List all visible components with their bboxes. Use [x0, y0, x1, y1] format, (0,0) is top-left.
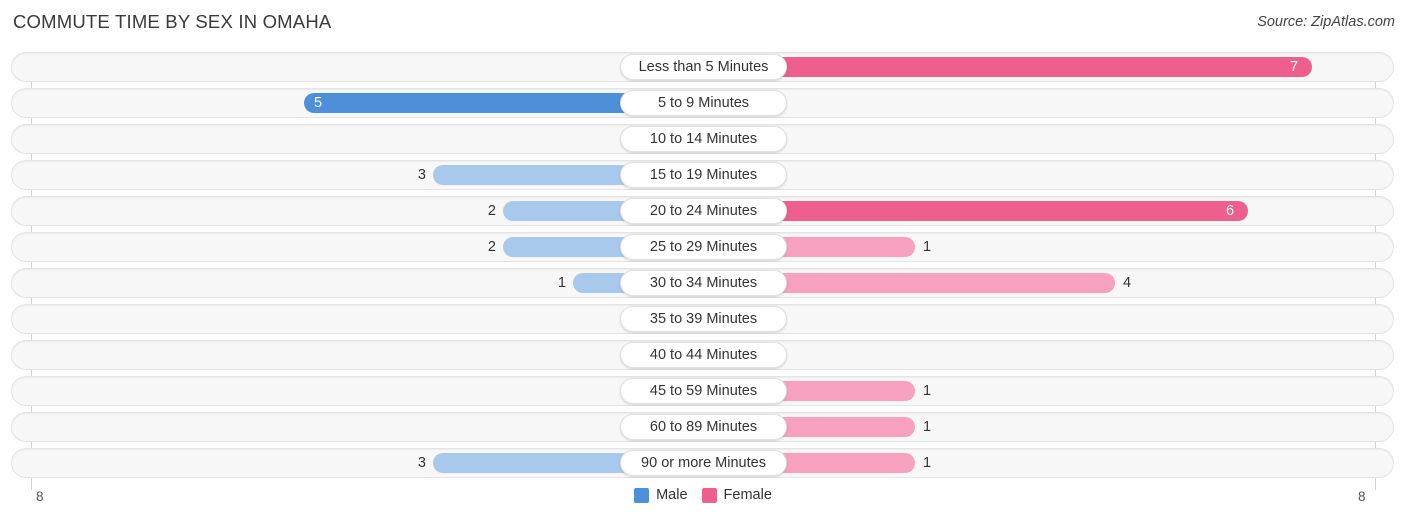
source-attribution: Source: ZipAtlas.com [1257, 14, 1395, 30]
bar-value-male: 3 [417, 455, 426, 471]
bar-value-male: 1 [557, 275, 566, 291]
chart-row: 07Less than 5 Minutes [0, 52, 1406, 82]
bar-value-female: 1 [923, 455, 932, 471]
row-category-label: 20 to 24 Minutes [620, 198, 787, 224]
chart-row: 3015 to 19 Minutes [0, 160, 1406, 190]
chart-row: 0035 to 39 Minutes [0, 304, 1406, 334]
row-category-label: 35 to 39 Minutes [620, 306, 787, 332]
chart-row: 2 1 25 to 29 Minutes [0, 232, 1406, 262]
row-category-label: 25 to 29 Minutes [620, 234, 787, 260]
chart-row: 1 4 30 to 34 Minutes [0, 268, 1406, 298]
row-category-label: Less than 5 Minutes [620, 54, 787, 80]
bar-value-female: 1 [923, 239, 932, 255]
row-category-label: 5 to 9 Minutes [620, 90, 787, 116]
legend-label-male: Male [656, 487, 688, 503]
row-category-label: 90 or more Minutes [620, 450, 787, 476]
bar-value-female: 6 [1226, 203, 1235, 219]
chart-row: 505 to 9 Minutes [0, 88, 1406, 118]
legend-swatch-female-icon [701, 487, 717, 503]
row-category-label: 40 to 44 Minutes [620, 342, 787, 368]
legend-item-female[interactable]: Female [701, 487, 772, 503]
chart-row: 2 6 20 to 24 Minutes [0, 196, 1406, 226]
bar-value-male: 5 [314, 95, 323, 111]
bar-value-male: 2 [487, 203, 496, 219]
page-title: COMMUTE TIME BY SEX IN OMAHA [13, 11, 332, 32]
legend-label-female: Female [723, 487, 772, 503]
row-category-label: 30 to 34 Minutes [620, 270, 787, 296]
chart-row: 3 1 90 or more Minutes [0, 448, 1406, 478]
row-category-label: 15 to 19 Minutes [620, 162, 787, 188]
row-category-label: 10 to 14 Minutes [620, 126, 787, 152]
chart-row: 0040 to 44 Minutes [0, 340, 1406, 370]
chart-row: 0160 to 89 Minutes [0, 412, 1406, 442]
chart-row: 0145 to 59 Minutes [0, 376, 1406, 406]
row-category-label: 45 to 59 Minutes [620, 378, 787, 404]
bar-value-female: 7 [1290, 59, 1299, 75]
chart-legend: Male Female [0, 487, 1406, 503]
plot-area: 07Less than 5 Minutes505 to 9 Minutes001… [0, 52, 1406, 490]
chart-row: 0010 to 14 Minutes [0, 124, 1406, 154]
chart-container: COMMUTE TIME BY SEX IN OMAHA Source: Zip… [0, 0, 1406, 523]
bar-value-female: 1 [923, 383, 932, 399]
bar-value-male: 2 [487, 239, 496, 255]
bar-value-male: 3 [417, 167, 426, 183]
bar-female [703, 57, 1312, 77]
legend-item-male[interactable]: Male [634, 487, 688, 503]
legend-swatch-male-icon [634, 487, 650, 503]
bar-value-female: 1 [923, 419, 932, 435]
row-category-label: 60 to 89 Minutes [620, 414, 787, 440]
bar-value-female: 4 [1123, 275, 1132, 291]
